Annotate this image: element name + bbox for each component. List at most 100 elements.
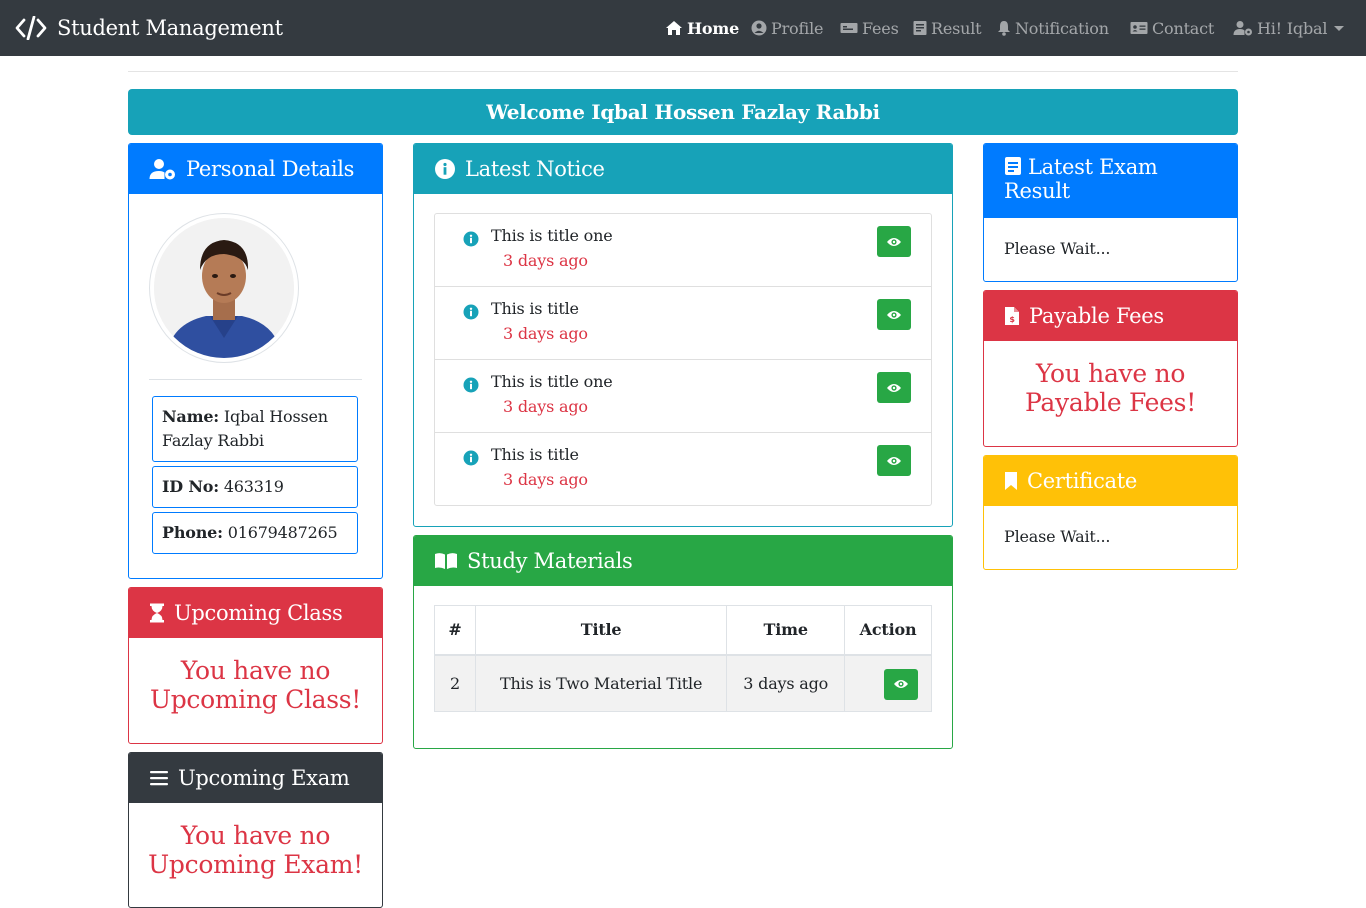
home-icon — [666, 21, 682, 35]
view-material-button[interactable] — [884, 668, 919, 700]
notice-item: This is title one 3 days ago — [435, 214, 931, 287]
svg-text:$: $ — [1009, 315, 1015, 324]
phone-label: Phone: — [162, 523, 223, 542]
brand-name: Student Management — [57, 16, 283, 40]
avatar — [149, 213, 299, 363]
hourglass-icon — [150, 603, 164, 623]
certificate-card: Certificate Please Wait... — [983, 455, 1238, 570]
upcoming-class-card: Upcoming Class You have no Upcoming Clas… — [128, 587, 383, 744]
card-header: Upcoming Class — [129, 588, 382, 638]
divider — [149, 379, 362, 380]
money-icon — [840, 23, 858, 33]
eye-icon — [887, 237, 901, 246]
empty-message: You have no Payable Fees! — [1025, 359, 1196, 417]
book-open-icon — [435, 553, 457, 569]
phone-field: Phone: 01679487265 — [152, 512, 358, 554]
column-header: Action — [844, 605, 932, 656]
nav-fees-label: Fees — [862, 18, 899, 38]
eye-icon — [887, 456, 901, 465]
empty-message: You have no Upcoming Exam! — [148, 821, 363, 879]
file-icon — [913, 21, 927, 35]
personal-details-card: Personal Details Name: Iqbal Hossen Fazl… — [128, 143, 383, 579]
info-circle-icon — [463, 304, 479, 320]
user-cog-icon — [1233, 21, 1252, 36]
empty-message: You have no Upcoming Class! — [149, 656, 362, 714]
view-notice-button[interactable] — [877, 445, 911, 476]
nav-contact[interactable]: Contact — [1130, 16, 1214, 40]
card-header: Upcoming Exam — [129, 753, 382, 803]
notice-title: This is title — [491, 445, 579, 464]
loading-text: Please Wait... — [1004, 239, 1111, 258]
view-notice-button[interactable] — [877, 299, 911, 330]
eye-icon — [887, 383, 901, 392]
card-title: Study Materials — [467, 549, 633, 573]
material-title: This is Two Material Title — [474, 654, 728, 712]
welcome-text: Welcome Iqbal Hossen Fazlay Rabbi — [486, 100, 880, 124]
notice-title: This is title one — [491, 372, 613, 391]
card-header: Latest Exam Result — [984, 144, 1237, 218]
profile-photo — [154, 218, 294, 358]
list-icon — [150, 771, 168, 786]
notice-item: This is title one 3 days ago — [435, 360, 931, 433]
nav-result[interactable]: Result — [913, 16, 982, 40]
name-field: Name: Iqbal Hossen Fazlay Rabbi — [152, 396, 358, 462]
nav-home-label: Home — [687, 18, 740, 38]
materials-table: # Title Time Action 2 This is Two Materi… — [434, 605, 932, 712]
notice-title: This is title — [491, 299, 579, 318]
info-circle-icon — [463, 450, 479, 466]
welcome-banner: Welcome Iqbal Hossen Fazlay Rabbi — [128, 89, 1238, 135]
card-title: Payable Fees — [1029, 304, 1164, 328]
payable-fees-card: $ Payable Fees You have no Payable Fees! — [983, 290, 1238, 447]
notice-time: 3 days ago — [503, 397, 588, 416]
brand[interactable]: Student Management — [15, 12, 283, 44]
nav-profile-label: Profile — [771, 18, 824, 38]
card-header: Latest Notice — [414, 144, 952, 194]
phone-value: 01679487265 — [227, 523, 338, 542]
file-invoice-dollar-icon: $ — [1005, 307, 1019, 325]
view-notice-button[interactable] — [877, 226, 911, 257]
column-header: Time — [726, 605, 846, 656]
nav-profile[interactable]: Profile — [751, 16, 823, 40]
nav-result-label: Result — [931, 18, 982, 38]
id-field: ID No: 463319 — [152, 466, 358, 508]
file-alt-icon — [1005, 157, 1021, 175]
eye-icon — [894, 680, 909, 688]
bookmark-icon — [1005, 472, 1017, 490]
user-cog-icon — [149, 159, 175, 180]
nav-contact-label: Contact — [1152, 18, 1215, 38]
nav-fees[interactable]: Fees — [840, 16, 899, 40]
study-materials-card: Study Materials # Title Time Action 2 Th… — [413, 535, 953, 749]
divider — [128, 71, 1238, 72]
nav-notification[interactable]: Notification — [997, 16, 1109, 40]
upcoming-exam-card: Upcoming Exam You have no Upcoming Exam! — [128, 752, 383, 908]
notice-time: 3 days ago — [503, 470, 588, 489]
column-header: Title — [474, 605, 728, 656]
row-number: 2 — [434, 654, 476, 712]
card-header: Study Materials — [414, 536, 952, 586]
top-navbar: Student Management Home Profile Fees Res… — [0, 0, 1366, 56]
notice-item: This is title 3 days ago — [435, 433, 931, 505]
nav-user-dropdown[interactable]: Hi! Iqbal — [1233, 16, 1345, 40]
notice-title: This is title one — [491, 226, 613, 245]
id-value: 463319 — [223, 477, 284, 496]
info-circle-icon — [435, 159, 455, 179]
id-label: ID No: — [162, 477, 219, 496]
eye-icon — [887, 310, 901, 319]
card-header: Personal Details — [129, 144, 382, 194]
view-notice-button[interactable] — [877, 372, 911, 403]
nav-home[interactable]: Home — [665, 16, 739, 40]
table-header-row: # Title Time Action — [434, 605, 932, 656]
notice-list: This is title one 3 days ago This is tit… — [434, 213, 932, 506]
loading-text: Please Wait... — [1004, 527, 1111, 546]
card-title: Upcoming Class — [174, 601, 343, 625]
notice-item: This is title 3 days ago — [435, 287, 931, 360]
info-circle-icon — [463, 377, 479, 393]
material-time: 3 days ago — [726, 654, 846, 712]
card-title: Certificate — [1027, 469, 1138, 493]
code-icon — [15, 16, 47, 40]
table-row: 2 This is Two Material Title 3 days ago — [434, 654, 932, 712]
nav-notification-label: Notification — [1015, 18, 1109, 38]
latest-notice-card: Latest Notice This is title one 3 days a… — [413, 143, 953, 527]
action-cell — [844, 654, 932, 712]
notice-time: 3 days ago — [503, 324, 588, 343]
